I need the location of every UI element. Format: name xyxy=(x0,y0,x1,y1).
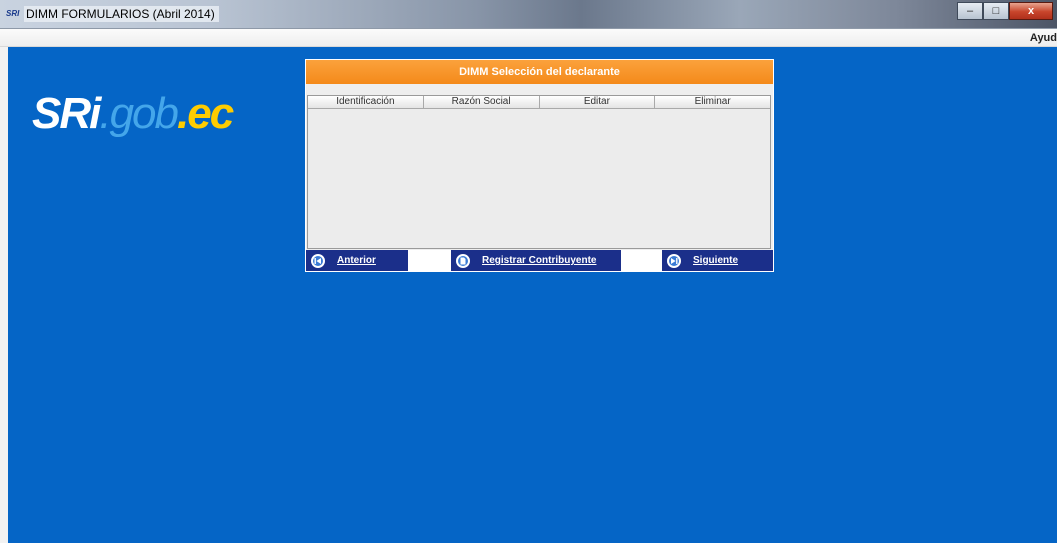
declarant-selection-panel: DIMM Selección del declarante Identifica… xyxy=(305,59,774,272)
logo-part-sri: SRi xyxy=(32,89,101,138)
declarants-table[interactable]: Identificación Razón Social Editar Elimi… xyxy=(307,95,771,249)
window-controls: – □ x xyxy=(957,2,1053,20)
workspace: SRi.gob.ec DIMM Selección del declarante… xyxy=(8,47,1057,543)
column-header-razon-social[interactable]: Razón Social xyxy=(424,96,540,108)
panel-title: DIMM Selección del declarante xyxy=(306,60,773,84)
window-title: DIMM FORMULARIOS (Abril 2014) xyxy=(24,6,219,22)
logo-part-ec: .ec xyxy=(177,89,234,138)
registrar-contribuyente-label: Registrar Contribuyente xyxy=(482,255,597,266)
sri-logo: SRi.gob.ec xyxy=(32,89,234,139)
anterior-label: Anterior xyxy=(337,255,376,266)
minimize-button[interactable]: – xyxy=(957,2,983,20)
previous-icon xyxy=(311,253,325,268)
menu-bar: Ayud xyxy=(0,29,1057,47)
logo-part-gob: .gob xyxy=(99,89,179,138)
siguiente-label: Siguiente xyxy=(693,255,739,266)
registrar-contribuyente-button[interactable]: Registrar Contribuyente xyxy=(451,250,621,271)
table-header: Identificación Razón Social Editar Elimi… xyxy=(308,96,770,109)
window-title-bar[interactable]: SRI DIMM FORMULARIOS (Abril 2014) – □ x xyxy=(0,0,1057,29)
column-header-identificacion[interactable]: Identificación xyxy=(308,96,424,108)
maximize-button[interactable]: □ xyxy=(983,2,1009,20)
app-icon: SRI xyxy=(6,9,20,18)
menu-item-ayuda[interactable]: Ayud xyxy=(1030,31,1057,45)
close-button[interactable]: x xyxy=(1009,2,1053,20)
next-icon xyxy=(667,253,681,268)
column-header-eliminar[interactable]: Eliminar xyxy=(655,96,770,108)
column-header-editar[interactable]: Editar xyxy=(540,96,656,108)
panel-footer: Anterior Registrar Contribuyente Siguien… xyxy=(306,250,773,271)
anterior-button[interactable]: Anterior xyxy=(306,250,408,271)
document-icon xyxy=(456,253,470,268)
siguiente-button[interactable]: Siguiente xyxy=(662,250,773,271)
